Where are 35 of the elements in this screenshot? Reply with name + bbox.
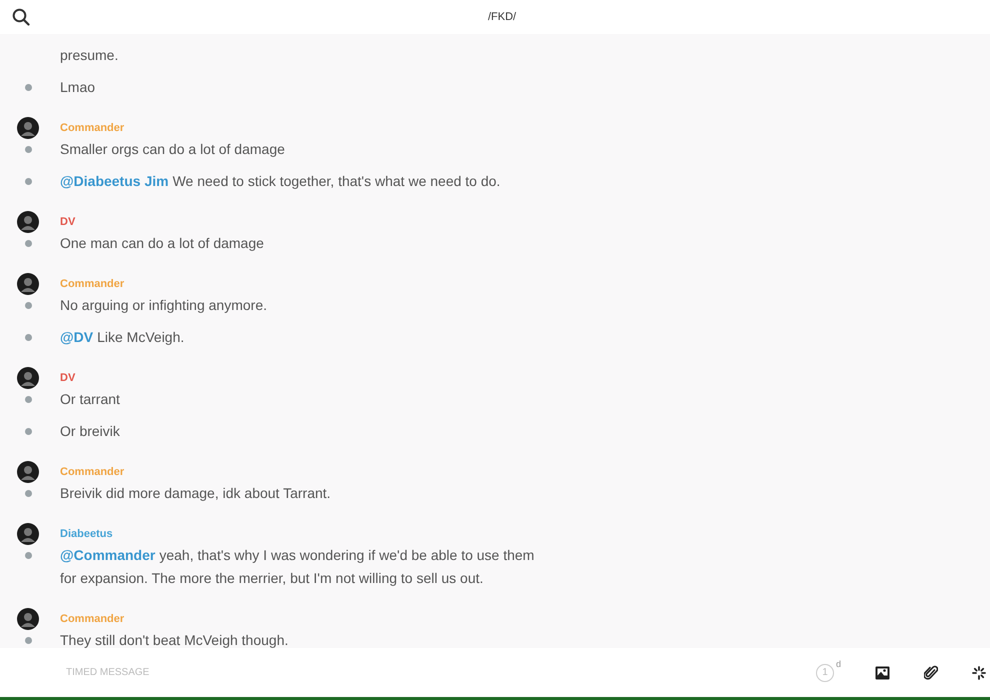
mention-link[interactable]: @Diabeetus Jim	[60, 173, 169, 189]
avatar	[17, 273, 39, 295]
author-name: Commander	[60, 122, 124, 134]
author-name: DV	[60, 216, 76, 228]
message-text: They still don't beat McVeigh though.	[60, 631, 288, 648]
avatar	[17, 211, 39, 233]
avatar	[17, 608, 39, 630]
mention-link[interactable]: @DV	[60, 329, 94, 345]
author-name: Diabeetus	[60, 528, 113, 540]
avatar	[17, 367, 39, 389]
search-icon[interactable]	[12, 8, 30, 26]
message-text: presume.	[60, 46, 118, 65]
author-name: Commander	[60, 466, 124, 478]
author-name: DV	[60, 372, 76, 384]
message-text: No arguing or infighting anymore.	[60, 296, 268, 315]
author-name: Commander	[60, 613, 124, 625]
message-text: Breivik did more damage, idk about Tarrant.	[60, 484, 331, 503]
message-text: @Commander yeah, that's why I was wondering if we'd be able to use them for expansion. The more the merrier, but I'm not willing to sell us out.	[60, 546, 536, 588]
author-name: Commander	[60, 278, 124, 290]
message-text: Or breivik	[60, 422, 120, 441]
message-text: @Diabeetus Jim We need to stick together, that's what we need to do.	[60, 172, 500, 191]
avatar	[17, 117, 39, 139]
image-icon[interactable]	[875, 666, 890, 680]
message-field[interactable]: TIMED MESSAGE	[64, 666, 368, 679]
message-text: Or tarrant	[60, 390, 120, 409]
message-text: @DV Like McVeigh.	[60, 328, 184, 347]
message-text: One man can do a lot of damage	[60, 234, 264, 253]
mention-link[interactable]: @Commander	[60, 547, 156, 563]
avatar	[17, 461, 39, 483]
message-text: Smaller orgs can do a lot of damage	[60, 140, 285, 159]
paperclip-icon[interactable]	[924, 664, 938, 680]
chat-title: /FKD/	[488, 11, 516, 23]
sparkle-icon[interactable]	[972, 666, 986, 680]
message-text: Lmao	[60, 78, 96, 97]
avatar	[17, 523, 39, 545]
